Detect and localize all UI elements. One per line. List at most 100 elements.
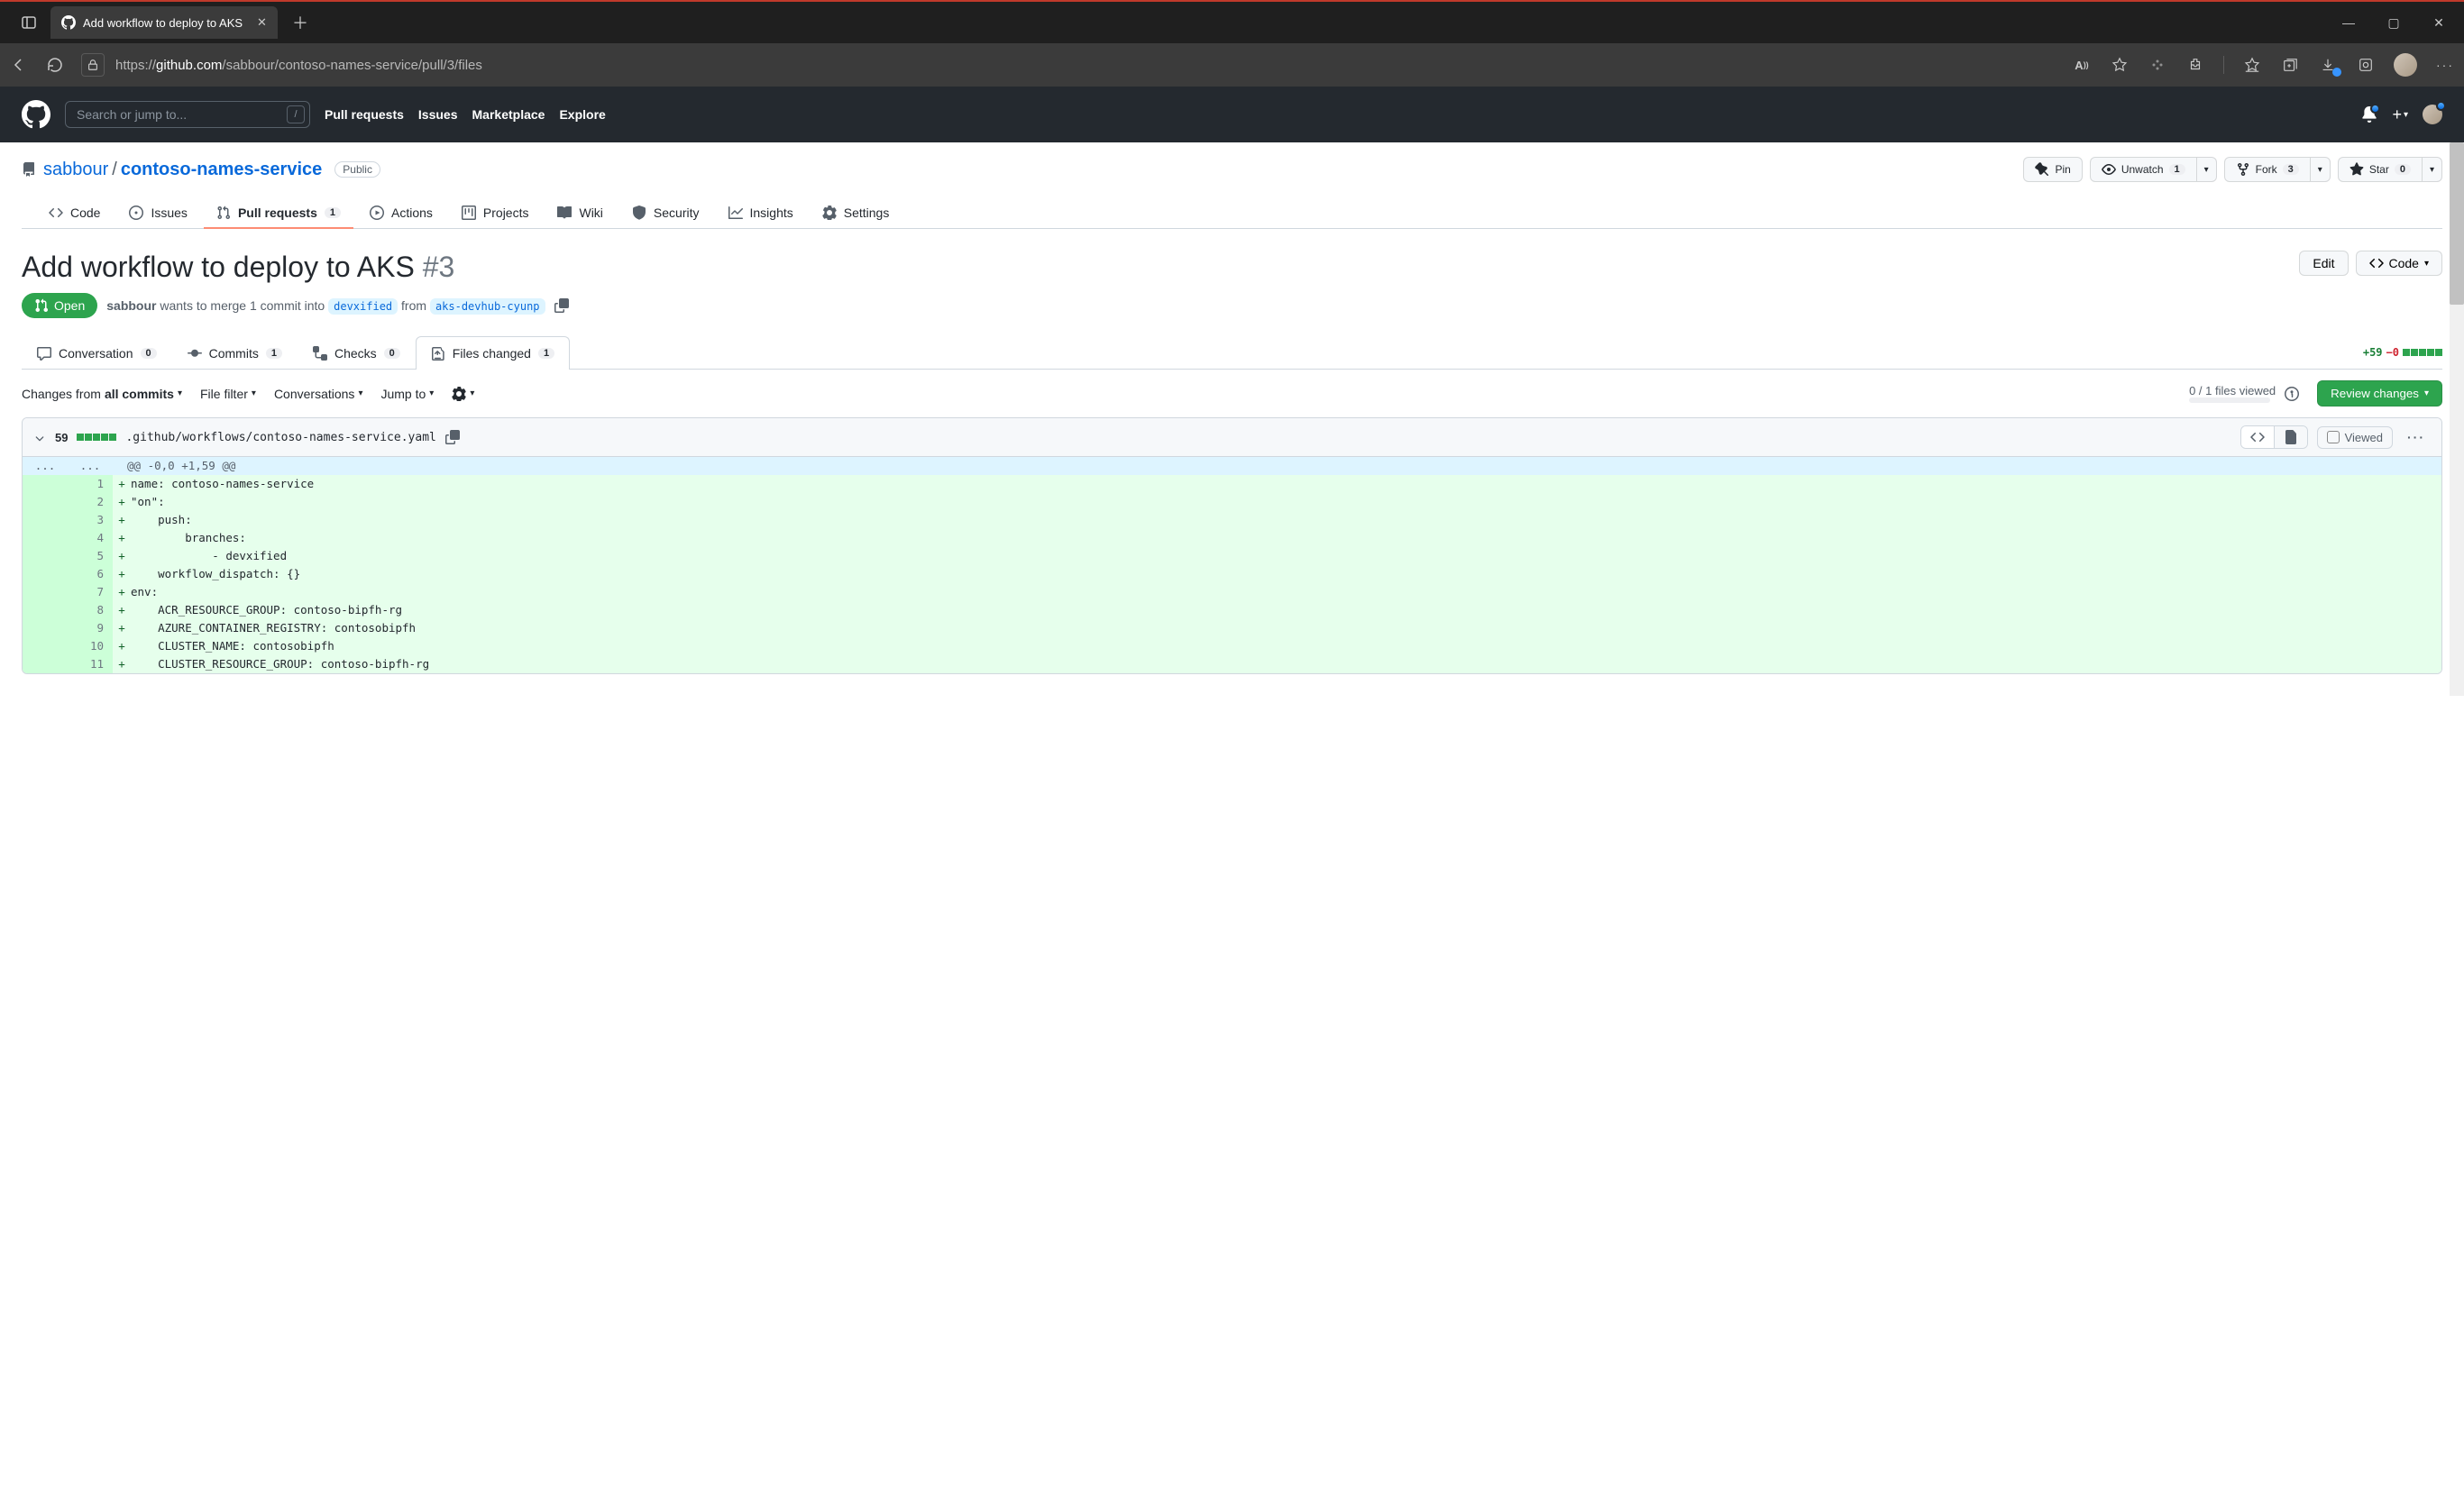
diff-line-added[interactable]: 5+ - devxified — [23, 547, 2441, 565]
mark-viewed-checkbox[interactable]: Viewed — [2317, 426, 2393, 449]
tab-pull-requests[interactable]: Pull requests 1 — [204, 198, 353, 229]
tab-insights[interactable]: Insights — [716, 198, 806, 229]
repo-name-link[interactable]: contoso-names-service — [121, 160, 322, 179]
nav-explore[interactable]: Explore — [559, 107, 605, 122]
tab-code[interactable]: Code — [36, 198, 113, 229]
tab-overview-button[interactable] — [16, 10, 41, 35]
diff-line-added[interactable]: 3+ push: — [23, 511, 2441, 529]
tab-projects[interactable]: Projects — [449, 198, 542, 229]
site-info-button[interactable] — [81, 53, 105, 77]
fork-count: 3 — [2283, 164, 2299, 175]
refresh-button[interactable] — [45, 55, 65, 75]
line-number: 4 — [68, 529, 113, 547]
diff-line-added[interactable]: 9+ AZURE_CONTAINER_REGISTRY: contosobipf… — [23, 619, 2441, 637]
review-changes-button[interactable]: Review changes ▾ — [2317, 380, 2442, 407]
pr-state-badge: Open — [22, 293, 97, 318]
downloads-button[interactable] — [2318, 55, 2338, 75]
new-tab-button[interactable]: ＋ — [287, 11, 314, 34]
diff-line-added[interactable]: 7+env: — [23, 583, 2441, 601]
address-bar[interactable]: https://github.com/sabbour/contoso-names… — [81, 53, 2056, 77]
tab-wiki[interactable]: Wiki — [545, 198, 615, 229]
jump-to-dropdown[interactable]: Jump to ▾ — [380, 387, 434, 401]
page-scrollbar[interactable] — [2450, 142, 2464, 696]
source-view-button[interactable] — [2241, 426, 2274, 448]
profile-button[interactable] — [2394, 53, 2417, 77]
tab-actions[interactable]: Actions — [357, 198, 445, 229]
close-window-button[interactable]: ✕ — [2430, 15, 2448, 31]
diff-line-added[interactable]: 2+"on": — [23, 493, 2441, 511]
browser-tab[interactable]: Add workflow to deploy to AKS ✕ — [50, 6, 278, 39]
fork-button[interactable]: Fork 3 — [2224, 157, 2311, 182]
head-branch-label[interactable]: aks-devhub-cyunp — [430, 298, 545, 315]
file-path[interactable]: .github/workflows/contoso-names-service.… — [125, 431, 435, 444]
star-menu-caret[interactable]: ▾ — [2423, 157, 2442, 182]
star-button[interactable]: Star 0 — [2338, 157, 2423, 182]
unwatch-button[interactable]: Unwatch 1 — [2090, 157, 2197, 182]
changes-from-dropdown[interactable]: Changes from all commits ▾ — [22, 387, 182, 401]
github-logo-icon[interactable] — [22, 100, 50, 129]
star-button-group: Star 0 ▾ — [2338, 157, 2442, 182]
nav-marketplace[interactable]: Marketplace — [472, 107, 545, 122]
nav-issues[interactable]: Issues — [418, 107, 458, 122]
line-number: 1 — [68, 475, 113, 493]
back-button[interactable] — [9, 55, 29, 75]
tab-issues[interactable]: Issues — [116, 198, 199, 229]
diff-line-added[interactable]: 6+ workflow_dispatch: {} — [23, 565, 2441, 583]
repo-owner-link[interactable]: sabbour — [43, 160, 108, 179]
collapse-file-button[interactable] — [33, 430, 46, 444]
file-menu-button[interactable]: ··· — [2402, 426, 2431, 448]
diff-line-added[interactable]: 8+ ACR_RESOURCE_GROUP: contoso-bipfh-rg — [23, 601, 2441, 619]
code-content: CLUSTER_NAME: contosobipfh — [131, 637, 2441, 655]
nav-pull-requests[interactable]: Pull requests — [325, 107, 404, 122]
addition-marker-icon: + — [113, 583, 131, 601]
favorite-button[interactable] — [2110, 55, 2130, 75]
repo-icon — [22, 162, 36, 177]
subtab-checks[interactable]: Checks 0 — [298, 336, 416, 370]
extension-icon[interactable] — [2148, 55, 2167, 75]
base-branch-label[interactable]: devxified — [328, 298, 398, 315]
favorites-list-button[interactable] — [2242, 55, 2262, 75]
subtab-conversation[interactable]: Conversation 0 — [22, 336, 172, 370]
collections-button[interactable] — [2280, 55, 2300, 75]
tab-close-button[interactable]: ✕ — [257, 15, 267, 30]
maximize-button[interactable]: ▢ — [2385, 15, 2403, 31]
addition-marker-icon: + — [113, 565, 131, 583]
tab-settings[interactable]: Settings — [810, 198, 902, 229]
file-filter-dropdown[interactable]: File filter ▾ — [200, 387, 256, 401]
conversations-dropdown[interactable]: Conversations ▾ — [274, 387, 363, 401]
diff-line-added[interactable]: 10+ CLUSTER_NAME: contosobipfh — [23, 637, 2441, 655]
search-input[interactable] — [65, 101, 310, 128]
line-number: 7 — [68, 583, 113, 601]
info-icon[interactable] — [2285, 387, 2299, 401]
copy-branch-button[interactable] — [554, 298, 569, 313]
notifications-button[interactable] — [2361, 106, 2377, 123]
files-toolbar: Changes from all commits ▾ File filter ▾… — [22, 370, 2442, 417]
read-aloud-button[interactable]: A)) — [2072, 55, 2092, 75]
fork-menu-caret[interactable]: ▾ — [2311, 157, 2331, 182]
rendered-view-button[interactable] — [2274, 426, 2307, 448]
line-number: 8 — [68, 601, 113, 619]
minimize-button[interactable]: — — [2340, 15, 2358, 31]
create-new-menu[interactable]: +▾ — [2392, 105, 2408, 124]
diff-line-added[interactable]: 11+ CLUSTER_RESOURCE_GROUP: contoso-bipf… — [23, 655, 2441, 673]
addition-marker-icon: + — [113, 475, 131, 493]
pr-author-link[interactable]: sabbour — [106, 298, 156, 313]
watch-menu-caret[interactable]: ▾ — [2197, 157, 2217, 182]
diff-line-added[interactable]: 1+name: contoso-names-service — [23, 475, 2441, 493]
copy-path-button[interactable] — [445, 430, 460, 444]
diff-settings-button[interactable]: ▾ — [452, 387, 474, 401]
subtab-commits[interactable]: Commits 1 — [172, 336, 298, 370]
checkbox-icon — [2327, 431, 2340, 443]
pin-button[interactable]: Pin — [2023, 157, 2082, 182]
subtab-files-changed[interactable]: Files changed 1 — [416, 336, 570, 370]
expand-hunk-button[interactable]: ... — [23, 457, 68, 475]
browser-tool-button[interactable] — [2356, 55, 2376, 75]
tab-security[interactable]: Security — [619, 198, 712, 229]
diff-line-added[interactable]: 4+ branches: — [23, 529, 2441, 547]
browser-menu-button[interactable]: ··· — [2435, 55, 2455, 75]
code-menu-button[interactable]: Code ▾ — [2356, 251, 2443, 276]
user-avatar-menu[interactable] — [2423, 105, 2442, 124]
edit-pr-button[interactable]: Edit — [2299, 251, 2348, 276]
extensions-button[interactable] — [2185, 55, 2205, 75]
page-content: sabbour/contoso-names-service Public Pin… — [0, 142, 2464, 696]
